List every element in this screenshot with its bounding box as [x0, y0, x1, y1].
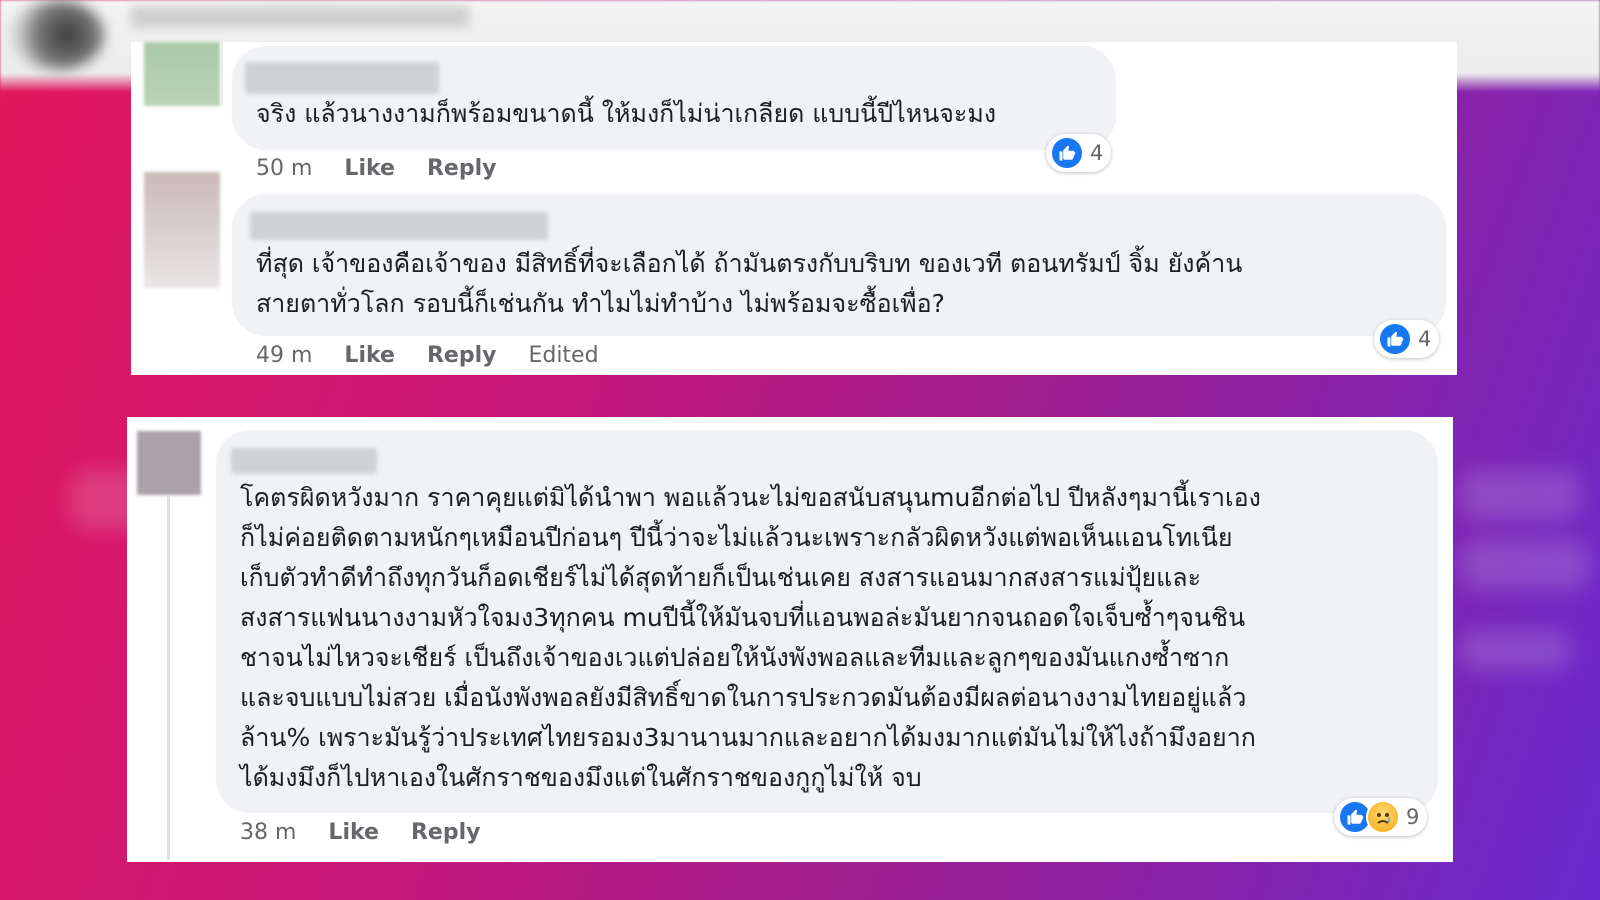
avatar[interactable] — [137, 431, 201, 495]
reaction-count: 9 — [1406, 805, 1420, 829]
background-blur-text — [1460, 630, 1570, 670]
commenter-name-redacted[interactable] — [245, 62, 439, 94]
edited-label[interactable]: Edited — [528, 343, 598, 368]
like-button[interactable]: Like — [344, 343, 395, 368]
avatar[interactable] — [144, 172, 220, 288]
background-blur-text — [1460, 540, 1590, 590]
comment-text: โคตรผิดหวังมาก ราคาคุยแต่มิได้นำพา พอแล้… — [240, 483, 1261, 792]
commenter-name-redacted[interactable] — [250, 212, 548, 240]
commenter-name-redacted[interactable] — [231, 448, 377, 474]
comment-timestamp[interactable]: 49 m — [256, 343, 312, 368]
comment-actions: 49 m Like Reply Edited — [256, 343, 599, 368]
like-icon — [1378, 322, 1412, 356]
comment-text: ที่สุด เจ้าของคือเจ้าของ มีสิทธิ์ที่จะเล… — [256, 249, 1243, 318]
reaction-count: 4 — [1418, 327, 1432, 351]
reply-button[interactable]: Reply — [427, 156, 497, 181]
comment-actions: 38 m Like Reply — [240, 820, 480, 845]
reply-button[interactable]: Reply — [427, 343, 497, 368]
avatar[interactable] — [144, 42, 220, 106]
background-blur-text — [1460, 470, 1580, 520]
comment-actions: 50 m Like Reply — [256, 156, 496, 181]
reaction-summary[interactable]: 9 — [1334, 798, 1428, 836]
reaction-count: 4 — [1090, 141, 1104, 165]
reaction-summary[interactable]: 4 — [1046, 134, 1112, 172]
like-button[interactable]: Like — [344, 156, 395, 181]
avatar-edge — [220, 42, 223, 106]
reaction-summary[interactable]: 4 — [1374, 320, 1440, 358]
comment-timestamp[interactable]: 50 m — [256, 156, 312, 181]
comment-text: จริง แล้วนางงามก็พร้อมขนาดนี้ ให้มงก็ไม่… — [256, 99, 997, 128]
thread-line — [167, 495, 170, 860]
comment-timestamp[interactable]: 38 m — [240, 820, 296, 845]
blurred-name — [130, 6, 470, 28]
like-icon — [1050, 136, 1084, 170]
like-button[interactable]: Like — [328, 820, 379, 845]
blurred-avatar — [10, 0, 105, 70]
reply-button[interactable]: Reply — [411, 820, 481, 845]
sad-face-icon — [1366, 800, 1400, 834]
